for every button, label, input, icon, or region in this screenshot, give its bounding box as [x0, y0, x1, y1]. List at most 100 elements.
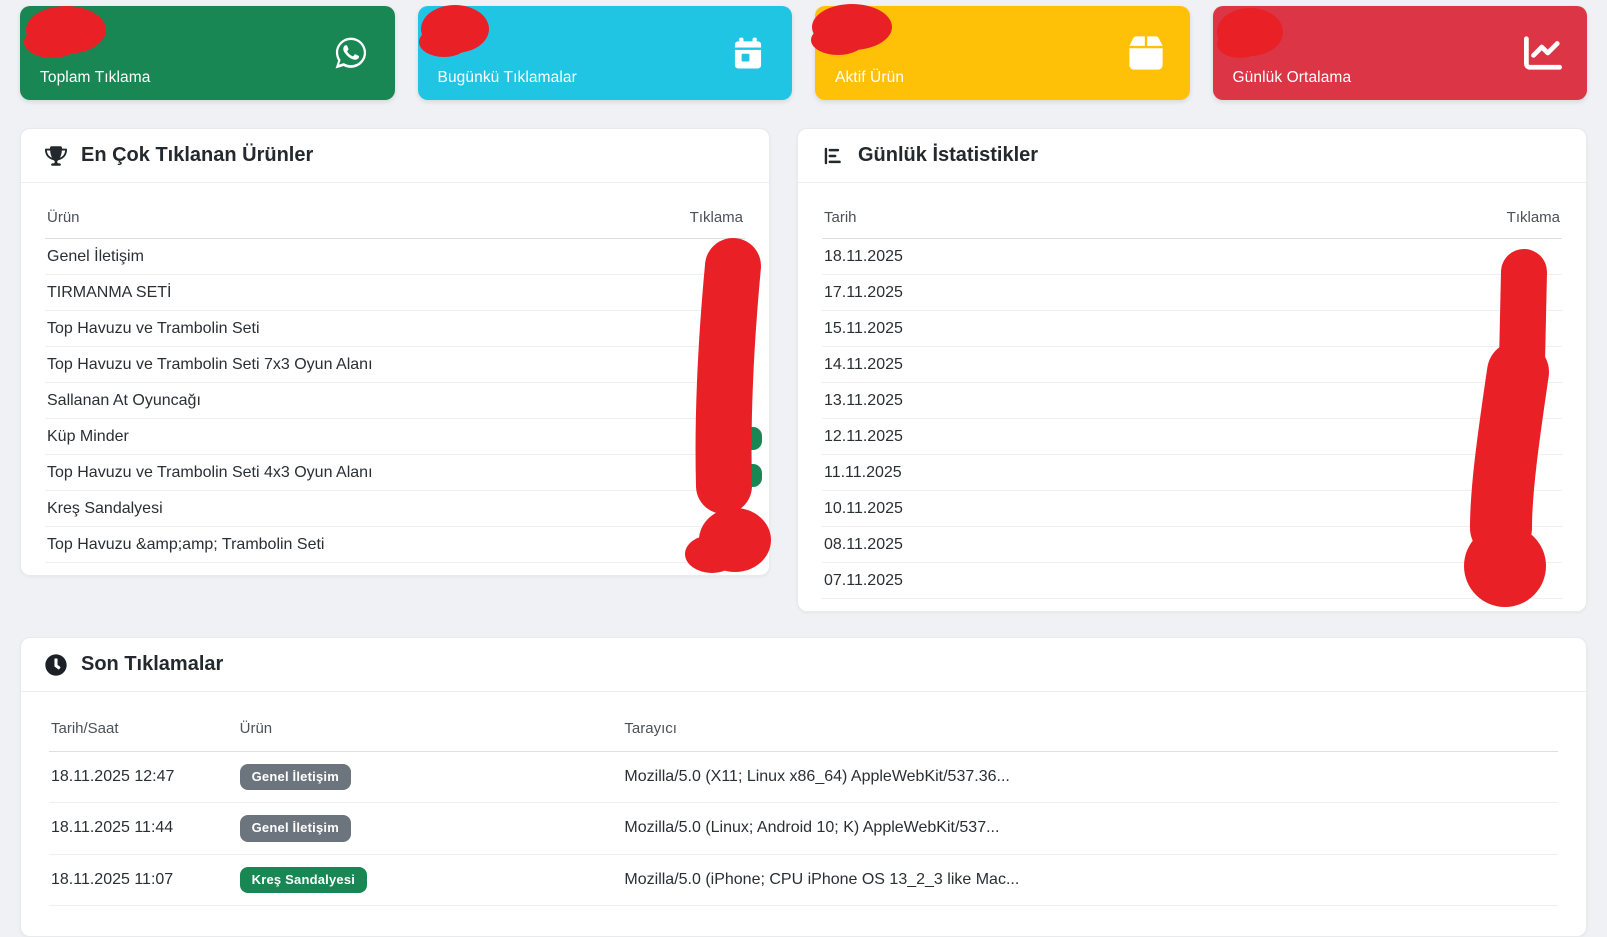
table-row: Genel İletişim — [45, 239, 745, 275]
column-header-browser: Tarayıcı — [622, 714, 1558, 752]
stat-date: 11.11.2025 — [822, 455, 1259, 491]
top-products-header: En Çok Tıklanan Ürünler — [21, 129, 769, 183]
click-count-redacted — [1259, 563, 1562, 599]
top-products-body: Ürün Tıklama Genel İletişimTIRMANMA SETİ… — [21, 183, 769, 575]
daily-stats-header: Günlük İstatistikler — [798, 129, 1586, 183]
table-row: Top Havuzu ve Trambolin Seti 4x3 Oyun Al… — [45, 455, 745, 491]
stat-card-label: Bugünkü Tıklamalar — [438, 69, 577, 88]
daily-stats-panel: Günlük İstatistikler Tarih Tıklama 18.11… — [797, 128, 1587, 612]
daily-stats-title: Günlük İstatistikler — [858, 144, 1038, 167]
column-header-clicks: Tıklama — [641, 205, 745, 239]
click-count-redacted — [641, 419, 745, 455]
click-count-redacted — [1259, 311, 1562, 347]
product-name: Genel İletişim — [45, 239, 641, 275]
table-row: 07.11.2025 — [822, 563, 1562, 599]
table-row: Kreş Sandalyesi — [45, 491, 745, 527]
daily-stats-table: Tarih Tıklama 18.11.202517.11.202515.11.… — [822, 205, 1562, 599]
dashboard-page: Toplam Tıklama Bugünkü Tıklamalar Aktif Ür… — [0, 0, 1607, 917]
click-count-redacted — [1259, 275, 1562, 311]
column-header-datetime: Tarih/Saat — [49, 714, 238, 752]
table-row: 08.11.2025 — [822, 527, 1562, 563]
column-header-product: Ürün — [45, 205, 641, 239]
stat-date: 14.11.2025 — [822, 347, 1259, 383]
table-row: 18.11.2025 12:47Genel İletişim Mozilla/5.… — [49, 752, 1558, 803]
click-count-redacted — [641, 527, 745, 563]
click-count-redacted — [1259, 419, 1562, 455]
stat-date: 17.11.2025 — [822, 275, 1259, 311]
table-row: 17.11.2025 — [822, 275, 1562, 311]
click-datetime: 18.11.2025 12:47 — [49, 752, 238, 803]
table-row: Top Havuzu &amp;amp; Trambolin Seti — [45, 527, 745, 563]
stat-card-1: Toplam Tıklama — [20, 6, 395, 100]
whatsapp-icon — [331, 33, 371, 73]
product-name: Kreş Sandalyesi — [45, 491, 641, 527]
product-name: Top Havuzu ve Trambolin Seti 7x3 Oyun Al… — [45, 347, 641, 383]
box-icon — [1126, 33, 1166, 73]
browser-user-agent: Mozilla/5.0 (X11; Linux x86_64) AppleWeb… — [622, 752, 1558, 803]
click-count-redacted — [1259, 383, 1562, 419]
stat-card-label: Toplam Tıklama — [40, 69, 151, 88]
product-name: Top Havuzu &amp;amp; Trambolin Seti — [45, 527, 641, 563]
table-row: 11.11.2025 — [822, 455, 1562, 491]
table-row: 18.11.2025 11:44Genel İletişim Mozilla/5.… — [49, 803, 1558, 854]
calendar-icon — [728, 33, 768, 73]
clock-icon — [45, 654, 67, 676]
click-count-redacted — [641, 455, 745, 491]
click-count-redacted — [1259, 455, 1562, 491]
table-row: TIRMANMA SETİ — [45, 275, 745, 311]
bar-chart-icon — [822, 145, 844, 167]
product-badge: Genel İletişim — [240, 764, 351, 790]
click-count-redacted — [641, 275, 745, 311]
table-row: 12.11.2025 — [822, 419, 1562, 455]
click-count-redacted — [641, 383, 745, 419]
product-name: Top Havuzu ve Trambolin Seti 4x3 Oyun Al… — [45, 455, 641, 491]
product-name: TIRMANMA SETİ — [45, 275, 641, 311]
stat-date: 18.11.2025 — [822, 239, 1259, 275]
stat-card-3: Aktif Ürün — [815, 6, 1190, 100]
click-count-redacted — [1259, 347, 1562, 383]
stat-card-label: Günlük Ortalama — [1233, 69, 1352, 88]
column-header-clicks: Tıklama — [1259, 205, 1562, 239]
stat-date: 15.11.2025 — [822, 311, 1259, 347]
stat-date: 12.11.2025 — [822, 419, 1259, 455]
product-name: Top Havuzu ve Trambolin Seti — [45, 311, 641, 347]
recent-clicks-panel: Son Tıklamalar Tarih/Saat Ürün Tarayıcı … — [20, 637, 1587, 937]
click-count-redacted — [1259, 527, 1562, 563]
browser-user-agent: Mozilla/5.0 (Linux; Android 10; K) Apple… — [622, 803, 1558, 854]
table-row: 15.11.2025 — [822, 311, 1562, 347]
browser-user-agent: Mozilla/5.0 (iPhone; CPU iPhone OS 13_2_… — [622, 854, 1558, 905]
table-row: Küp Minder — [45, 419, 745, 455]
recent-clicks-body: Tarih/Saat Ürün Tarayıcı 18.11.2025 12:4… — [21, 692, 1586, 918]
stat-card-2: Bugünkü Tıklamalar — [418, 6, 793, 100]
product-name: Küp Minder — [45, 419, 641, 455]
click-count-redacted — [641, 347, 745, 383]
stat-card-label: Aktif Ürün — [835, 69, 904, 88]
stat-date: 08.11.2025 — [822, 527, 1259, 563]
table-row: Top Havuzu ve Trambolin Seti — [45, 311, 745, 347]
click-count-redacted — [641, 239, 745, 275]
trophy-icon — [45, 145, 67, 167]
table-row: 14.11.2025 — [822, 347, 1562, 383]
click-count-redacted — [1259, 491, 1562, 527]
recent-clicks-header: Son Tıklamalar — [21, 638, 1586, 692]
click-count-redacted — [641, 491, 745, 527]
panels-row: En Çok Tıklanan Ürünler Ürün Tıklama Gen… — [20, 128, 1587, 612]
top-products-panel: En Çok Tıklanan Ürünler Ürün Tıklama Gen… — [20, 128, 770, 576]
recent-clicks-table: Tarih/Saat Ürün Tarayıcı 18.11.2025 12:4… — [49, 714, 1558, 906]
product-badge: Kreş Sandalyesi — [240, 867, 367, 893]
recent-clicks-title: Son Tıklamalar — [81, 653, 223, 676]
chart-line-icon — [1523, 33, 1563, 73]
top-products-title: En Çok Tıklanan Ürünler — [81, 144, 313, 167]
stat-cards-row: Toplam Tıklama Bugünkü Tıklamalar Aktif Ür… — [20, 6, 1587, 100]
product-badge: Genel İletişim — [240, 815, 351, 841]
stat-card-4: Günlük Ortalama — [1213, 6, 1588, 100]
top-products-table: Ürün Tıklama Genel İletişimTIRMANMA SETİ… — [45, 205, 745, 563]
column-header-product: Ürün — [238, 714, 623, 752]
column-header-date: Tarih — [822, 205, 1259, 239]
daily-stats-body: Tarih Tıklama 18.11.202517.11.202515.11.… — [798, 183, 1586, 611]
click-count-redacted — [641, 311, 745, 347]
stat-date: 10.11.2025 — [822, 491, 1259, 527]
table-row: Top Havuzu ve Trambolin Seti 7x3 Oyun Al… — [45, 347, 745, 383]
table-row: 10.11.2025 — [822, 491, 1562, 527]
click-datetime: 18.11.2025 11:44 — [49, 803, 238, 854]
